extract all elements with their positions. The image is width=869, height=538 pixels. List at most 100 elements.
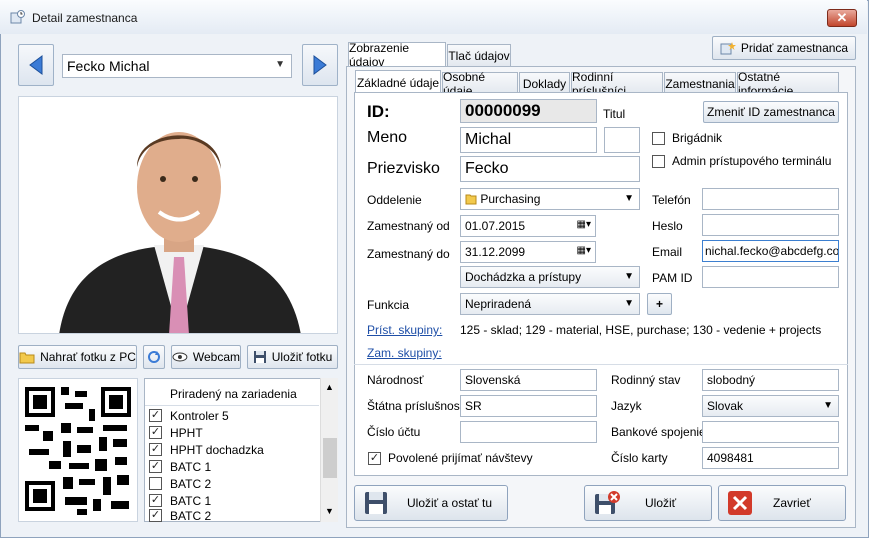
priezvisko-field[interactable]: Fecko	[460, 156, 640, 182]
checkbox-box[interactable]	[652, 154, 665, 168]
id-label: ID:	[367, 102, 390, 121]
tab-doklady[interactable]: Doklady	[519, 72, 570, 94]
device-checkbox[interactable]: ✓	[149, 409, 162, 422]
device-checkbox[interactable]	[149, 477, 162, 490]
employee-photo	[18, 96, 338, 334]
zamestnany-od-value: 01.07.2015	[465, 219, 526, 233]
titul-field[interactable]	[604, 127, 640, 153]
folder-icon	[465, 194, 477, 205]
cislo-karty-label: Číslo karty	[611, 451, 668, 465]
zamestnany-od-label: Zamestnaný od	[367, 219, 450, 233]
device-label: BATC 2	[170, 509, 212, 522]
window-title: Detail zamestnanca	[32, 11, 138, 25]
email-field[interactable]: nichal.fecko@abcdefg.com	[702, 240, 839, 262]
cislo-uctu-label: Číslo účtu	[367, 425, 421, 439]
rodinny-stav-field[interactable]: slobodný	[702, 369, 839, 391]
close-button[interactable]: Zavrieť	[718, 485, 846, 521]
webcam-label: Webcam	[192, 350, 240, 364]
pam-id-label: PAM ID	[652, 271, 693, 285]
save-button[interactable]: Uložiť	[584, 485, 712, 521]
employee-select[interactable]: Fecko Michal ▼	[62, 54, 292, 78]
dochadzka-value: Dochádzka a prístupy	[465, 270, 582, 284]
jazyk-value: Slovak	[707, 399, 744, 413]
section-divider	[354, 364, 848, 365]
device-row[interactable]: ✓ Kontroler 5	[149, 407, 229, 424]
device-label: Kontroler 5	[170, 408, 229, 423]
checkbox-box[interactable]: ✓	[368, 451, 381, 465]
floppy-disk-close-icon	[595, 491, 620, 514]
calendar-icon[interactable]: ▦▾	[577, 245, 591, 256]
admin-terminal-checkbox[interactable]: Admin prístupového terminálu	[652, 154, 831, 168]
window-close-button[interactable]: ✕	[827, 9, 857, 27]
tab-zakladne-udaje[interactable]: Základné údaje	[355, 70, 441, 94]
tab-zamestnania[interactable]: Zamestnania	[664, 72, 736, 94]
device-row[interactable]: BATC 2	[149, 475, 211, 492]
titul-label: Titul	[603, 107, 626, 121]
jazyk-select[interactable]: Slovak ▼	[702, 395, 839, 417]
scrollbar-thumb[interactable]	[323, 438, 337, 478]
pam-id-field[interactable]	[702, 266, 839, 288]
narodnost-field[interactable]: Slovenská	[460, 369, 597, 391]
previous-employee-button[interactable]	[18, 44, 54, 86]
change-id-button[interactable]: Zmeniť ID zamestnanca	[703, 101, 839, 123]
window-app-icon	[10, 10, 25, 24]
funkcia-select[interactable]: Nepriradená ▼	[460, 293, 640, 315]
upload-photo-button[interactable]: Nahrať fotku z PC	[18, 345, 137, 369]
scroll-down-icon[interactable]: ▼	[325, 506, 334, 516]
telefon-field[interactable]	[702, 188, 839, 210]
device-checkbox[interactable]: ✓	[149, 509, 162, 522]
statna-prislusnost-field[interactable]: SR	[460, 395, 597, 417]
tab-tlac-udajov[interactable]: Tlač údajov	[447, 44, 511, 66]
prist-skupiny-link[interactable]: Príst. skupiny:	[367, 323, 442, 337]
save-photo-label: Uložiť fotku	[271, 350, 333, 364]
device-label: BATC 2	[170, 476, 212, 491]
tab-rodinni-prislusnici[interactable]: Rodinní príslušníci	[571, 70, 663, 98]
tab-zobrazenie-udajov[interactable]: Zobrazenie údajov	[348, 41, 446, 69]
oddelenie-select[interactable]: Purchasing ▼	[460, 188, 640, 210]
device-checkbox[interactable]: ✓	[149, 426, 162, 439]
eye-icon	[172, 352, 188, 362]
brigadnik-checkbox[interactable]: Brigádnik	[652, 131, 722, 145]
device-row[interactable]: ✓ HPHT	[149, 424, 203, 441]
device-row[interactable]: ✓ BATC 1	[149, 492, 211, 509]
scroll-up-icon[interactable]: ▲	[325, 382, 334, 392]
cislo-uctu-field[interactable]	[460, 421, 597, 443]
refresh-photo-button[interactable]	[143, 345, 165, 369]
dochadzka-select[interactable]: Dochádzka a prístupy ▼	[460, 266, 640, 288]
cislo-karty-field[interactable]: 4098481	[702, 447, 839, 469]
povolene-navstevy-checkbox[interactable]: ✓ Povolené prijímať návštevy	[368, 451, 533, 465]
webcam-button[interactable]: Webcam	[171, 345, 241, 369]
zamestnany-od-field[interactable]: 01.07.2015 ▦▾	[460, 215, 596, 237]
zam-skupiny-link[interactable]: Zam. skupiny:	[367, 346, 442, 360]
zamestnany-do-field[interactable]: 31.12.2099 ▦▾	[460, 241, 596, 263]
heslo-field[interactable]	[702, 214, 839, 236]
chevron-down-icon: ▼	[275, 59, 285, 70]
device-checkbox[interactable]: ✓	[149, 494, 162, 507]
heslo-label: Heslo	[652, 219, 683, 233]
chevron-down-icon: ▼	[823, 400, 833, 411]
calendar-icon[interactable]: ▦▾	[577, 219, 591, 230]
device-checkbox[interactable]: ✓	[149, 443, 162, 456]
bankove-spojenie-field[interactable]	[702, 421, 839, 443]
add-funkcia-button[interactable]: +	[647, 293, 672, 315]
checkbox-box[interactable]	[652, 131, 665, 145]
chevron-down-icon: ▼	[624, 298, 634, 309]
povolene-label: Povolené prijímať návštevy	[388, 451, 533, 465]
arrow-left-icon	[29, 55, 43, 75]
save-and-stay-button[interactable]: Uložiť a ostať tu	[354, 485, 508, 521]
tab-ostatne-informacie[interactable]: Ostatné informácie	[737, 70, 839, 98]
employee-select-value: Fecko Michal	[67, 58, 150, 74]
device-row[interactable]: ✓ HPHT dochadzka	[149, 441, 264, 458]
oddelenie-value: Purchasing	[480, 192, 541, 206]
tab-osobne-udaje[interactable]: Osobné údaje	[442, 70, 518, 98]
device-row[interactable]: ✓ BATC 1	[149, 458, 211, 475]
next-employee-button[interactable]	[302, 44, 338, 86]
employee-qr-code	[18, 378, 138, 522]
device-row[interactable]: ✓ BATC 2	[149, 509, 211, 522]
meno-label: Meno	[367, 129, 408, 146]
meno-field[interactable]: Michal	[460, 127, 597, 153]
device-checkbox[interactable]: ✓	[149, 460, 162, 473]
save-photo-button[interactable]: Uložiť fotku	[247, 345, 338, 369]
add-employee-button[interactable]: Pridať zamestnanca	[712, 36, 856, 60]
devices-scrollbar[interactable]: ▲ ▼	[320, 378, 338, 522]
